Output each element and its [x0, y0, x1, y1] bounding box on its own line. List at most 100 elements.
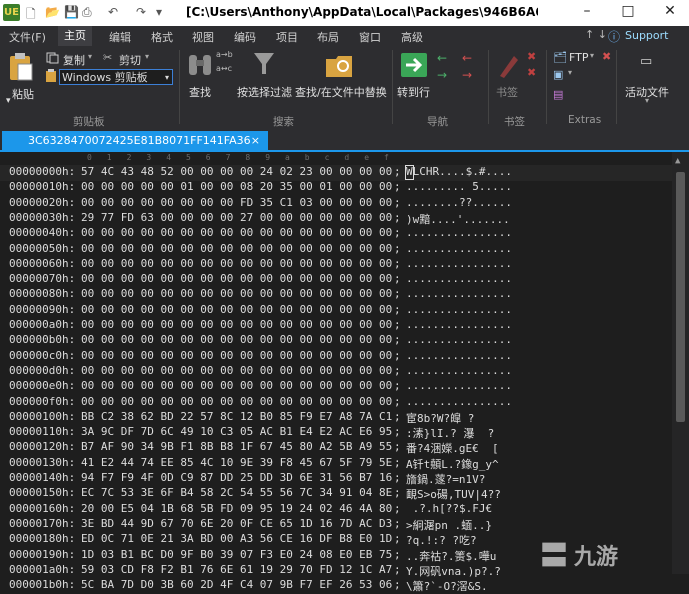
row-offset[interactable]: 00000100h:: [9, 410, 75, 423]
hex-row[interactable]: 00000110h: 3A 9C DF 7D 6C 49 10 C3 05 AC …: [0, 425, 672, 441]
row-offset[interactable]: 00000140h:: [9, 471, 75, 484]
row-offset[interactable]: 000000f0h:: [9, 395, 75, 408]
hex-row[interactable]: 00000150h: EC 7C 53 3E 6F B4 58 2C 54 55 …: [0, 486, 672, 502]
goto-line-icon[interactable]: [400, 52, 428, 78]
row-offset[interactable]: 000000e0h:: [9, 379, 75, 392]
row-hex-bytes[interactable]: 00 00 00 00 00 00 00 00 00 00 00 00 00 0…: [81, 303, 392, 316]
hex-row[interactable]: 00000160h: 20 00 E5 04 1B 68 5B FD 09 95 …: [0, 502, 672, 518]
active-files-dropdown-icon[interactable]: ▾: [645, 96, 649, 105]
copy-dropdown-icon[interactable]: ▾: [88, 52, 92, 61]
paste-icon[interactable]: [8, 52, 34, 82]
row-offset[interactable]: 00000060h:: [9, 257, 75, 270]
hex-editor[interactable]: 0 1 2 3 4 5 6 7 8 9 a b c d e f 00000000h: 57 4C 43 48 5…: [0, 152, 689, 593]
row-ascii-text[interactable]: ................: [406, 318, 512, 331]
hex-row[interactable]: 00000120h: B7 AF 90 34 9B F1 8B B8 1F 67 …: [0, 440, 672, 456]
row-ascii-text[interactable]: ................: [406, 379, 512, 392]
hex-row[interactable]: 000000a0h: 00 00 00 00 00 00 00 00 00 00 …: [0, 318, 672, 334]
hex-row[interactable]: 00000030h: 29 77 FD 63 00 00 00 00 27 00 …: [0, 211, 672, 227]
hex-row[interactable]: 00000080h: 00 00 00 00 00 00 00 00 00 00 …: [0, 287, 672, 303]
hex-row[interactable]: 00000140h: 94 F7 F9 4F 0D C9 87 DD 25 DD …: [0, 471, 672, 487]
row-ascii-text[interactable]: :溸}lI.? 瀑 ?: [406, 425, 494, 441]
row-ascii-text[interactable]: ................: [406, 226, 512, 239]
row-ascii-text[interactable]: ................: [406, 287, 512, 300]
row-ascii-text[interactable]: >絅潳pn .蝒..}: [406, 517, 492, 533]
row-offset[interactable]: 000000c0h:: [9, 349, 75, 362]
row-hex-bytes[interactable]: 00 00 00 00 00 00 00 00 00 00 00 00 00 0…: [81, 242, 392, 255]
open-folder-icon[interactable]: 📂: [45, 5, 60, 19]
row-hex-bytes[interactable]: 00 00 00 00 00 00 00 00 00 00 00 00 00 0…: [81, 333, 392, 346]
menu-view[interactable]: 视图: [192, 29, 214, 45]
hex-row[interactable]: 00000000h: 57 4C 43 48 52 00 00 00 00 24 …: [0, 165, 672, 181]
ribbon-toggle-icon[interactable]: ↑ ↓: [585, 28, 607, 41]
new-file-icon[interactable]: 🗋: [26, 5, 36, 26]
row-offset[interactable]: 00000040h:: [9, 226, 75, 239]
scroll-up-icon[interactable]: ▲: [675, 156, 680, 166]
row-hex-bytes[interactable]: BB C2 38 62 BD 22 57 8C 12 B0 85 F9 E7 A…: [81, 410, 392, 423]
script-icon[interactable]: ▤: [553, 88, 563, 101]
ftp-disconnect-icon[interactable]: ✖: [602, 50, 611, 63]
row-ascii-text[interactable]: ......... 5.....: [406, 180, 512, 193]
hex-row[interactable]: 00000050h: 00 00 00 00 00 00 00 00 00 00 …: [0, 242, 672, 258]
row-hex-bytes[interactable]: 20 00 E5 04 1B 68 5B FD 09 95 19 24 02 4…: [81, 502, 392, 515]
undo-icon[interactable]: ↶: [108, 5, 118, 19]
hex-row[interactable]: 000000e0h: 00 00 00 00 00 00 00 00 00 00 …: [0, 379, 672, 395]
row-offset[interactable]: 00000050h:: [9, 242, 75, 255]
hex-row[interactable]: 00000170h: 3E BD 44 9D 67 70 6E 20 0F CE …: [0, 517, 672, 533]
bookmark-toggle-icon[interactable]: ✖: [527, 50, 536, 63]
ftp-dropdown-icon[interactable]: ▾: [590, 51, 594, 60]
row-hex-bytes[interactable]: 41 E2 44 74 EE 85 4C 10 9E 39 F8 45 67 5…: [81, 456, 392, 469]
row-offset[interactable]: 00000070h:: [9, 272, 75, 285]
row-hex-bytes[interactable]: 00 00 00 00 00 00 00 00 00 00 00 00 00 0…: [81, 226, 392, 239]
hex-row[interactable]: 00000020h: 00 00 00 00 00 00 00 00 FD 35 …: [0, 196, 672, 212]
nav-forward-icon[interactable]: ←: [462, 51, 472, 65]
row-ascii-text[interactable]: ........??......: [406, 196, 512, 209]
menu-format[interactable]: 格式: [151, 29, 173, 45]
hex-row[interactable]: 00000060h: 00 00 00 00 00 00 00 00 00 00 …: [0, 257, 672, 273]
hex-row[interactable]: 000000f0h: 00 00 00 00 00 00 00 00 00 00 …: [0, 395, 672, 411]
row-ascii-text[interactable]: ................: [406, 272, 512, 285]
folder-search-icon[interactable]: [324, 51, 354, 79]
nav-back-icon[interactable]: ←: [437, 51, 447, 65]
row-hex-bytes[interactable]: 00 00 00 00 00 00 00 00 00 00 00 00 00 0…: [81, 257, 392, 270]
row-offset[interactable]: 00000130h:: [9, 456, 75, 469]
row-hex-bytes[interactable]: 29 77 FD 63 00 00 00 00 27 00 00 00 00 0…: [81, 211, 392, 224]
row-offset[interactable]: 00000180h:: [9, 532, 75, 545]
cut-button[interactable]: 剪切: [119, 52, 141, 68]
row-hex-bytes[interactable]: 00 00 00 00 00 00 00 00 00 00 00 00 00 0…: [81, 318, 392, 331]
row-offset[interactable]: 00000160h:: [9, 502, 75, 515]
menu-encoding[interactable]: 编码: [234, 29, 256, 45]
row-offset[interactable]: 00000120h:: [9, 440, 75, 453]
row-offset[interactable]: 00000030h:: [9, 211, 75, 224]
paste-button[interactable]: 粘贴: [12, 86, 34, 102]
goto-line-button[interactable]: 转到行: [397, 84, 430, 100]
row-offset[interactable]: 00000020h:: [9, 196, 75, 209]
row-ascii-text[interactable]: ..奔祜?.箦$.嘩u: [406, 548, 496, 564]
hex-row[interactable]: 00000010h: 00 00 00 00 00 01 00 00 08 20 …: [0, 180, 672, 196]
close-icon[interactable]: ✕: [660, 3, 680, 19]
hex-row[interactable]: 000001b0h: 5C BA 7D D0 3B 60 2D 4F C4 07 …: [0, 578, 672, 594]
row-offset[interactable]: 00000080h:: [9, 287, 75, 300]
cut-dropdown-icon[interactable]: ▾: [145, 52, 149, 61]
ftp-button[interactable]: FTP: [569, 51, 589, 64]
filter-icon[interactable]: [252, 51, 276, 77]
row-hex-bytes[interactable]: B7 AF 90 34 9B F1 8B B8 1F 67 45 80 A2 5…: [81, 440, 392, 453]
find-button[interactable]: 查找: [189, 84, 211, 100]
row-ascii-text[interactable]: 宦8b?W?皡 ?: [406, 410, 474, 426]
row-ascii-text[interactable]: Y.网矾vna.)p?.?: [406, 563, 501, 579]
row-hex-bytes[interactable]: 00 00 00 00 00 00 00 00 00 00 00 00 00 0…: [81, 379, 392, 392]
row-hex-bytes[interactable]: 94 F7 F9 4F 0D C9 87 DD 25 DD 3D 6E 31 5…: [81, 471, 392, 484]
row-ascii-text[interactable]: ................: [406, 303, 512, 316]
row-ascii-text[interactable]: ................: [406, 395, 512, 408]
hex-row[interactable]: 00000100h: BB C2 38 62 BD 22 57 8C 12 B0 …: [0, 410, 672, 426]
copy-button[interactable]: 复制: [63, 52, 85, 68]
print-icon[interactable]: ⎙: [82, 5, 92, 20]
menu-layout[interactable]: 布局: [317, 29, 339, 45]
row-hex-bytes[interactable]: 3A 9C DF 7D 6C 49 10 C3 05 AC B1 E4 E2 A…: [81, 425, 392, 438]
hex-row[interactable]: 00000090h: 00 00 00 00 00 00 00 00 00 00 …: [0, 303, 672, 319]
row-offset[interactable]: 000000d0h:: [9, 364, 75, 377]
menu-file[interactable]: 文件(F): [9, 29, 46, 45]
clipboard-select[interactable]: Windows 剪贴板 ▾: [59, 69, 173, 85]
bookmark-icon[interactable]: [496, 52, 520, 80]
row-ascii-text[interactable]: 靦S>o碭,TUV|4??: [406, 486, 501, 502]
row-hex-bytes[interactable]: 57 4C 43 48 52 00 00 00 00 24 02 23 00 0…: [81, 165, 392, 178]
